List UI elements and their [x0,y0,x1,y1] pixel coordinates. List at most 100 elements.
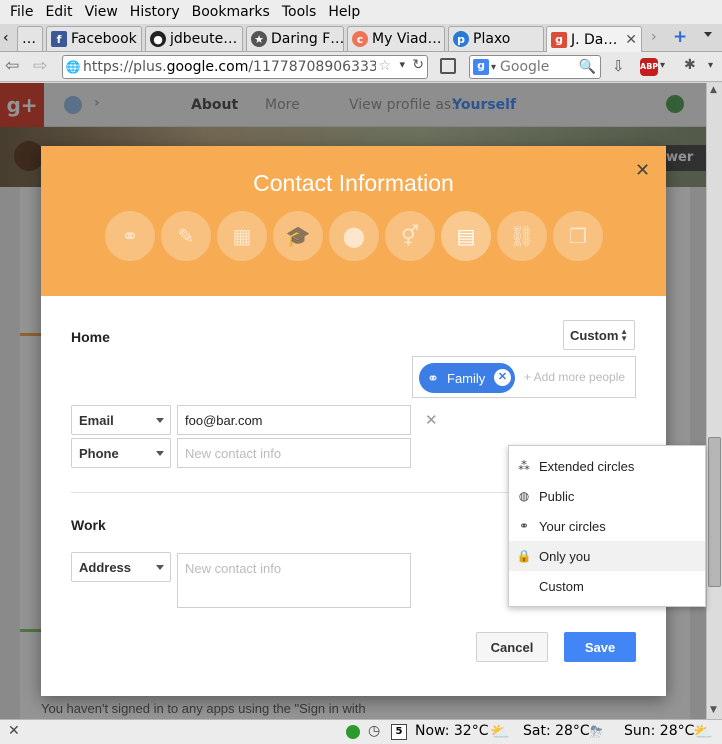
add-people-input[interactable]: + Add more people [524,370,625,384]
tab-label: … [22,31,36,47]
chip-label: Family [447,370,486,386]
extended-circles-icon: ⁂ [518,459,530,473]
tab-label: Facebook [71,31,137,47]
tab-viadeo[interactable]: c My Viad… [347,26,445,51]
remove-chip-icon[interactable]: ✕ [494,369,511,386]
tab-list-icon[interactable] [704,32,712,37]
partly-sunny-icon: ⛅ [693,722,713,741]
tab-facebook[interactable]: f Facebook [46,26,142,51]
address-type-select[interactable]: Address [71,552,171,582]
tab-google-plus[interactable]: g J. Da… ✕ [546,26,642,52]
pencil-icon[interactable]: ✎ [161,211,211,261]
status-green-icon[interactable] [346,725,360,739]
option-only-you[interactable]: 🔒 Only you [509,541,705,571]
menu-file[interactable]: File [4,4,39,20]
cancel-button[interactable]: Cancel [476,632,548,662]
graduation-cap-icon[interactable]: 🎓 [273,211,323,261]
email-type-select[interactable]: Email [71,405,171,435]
clock-icon[interactable]: ◷ [368,723,380,739]
bug-icon[interactable]: ✱ [684,57,696,73]
downloads-icon[interactable]: ⇩ [612,57,625,75]
adblock-icon[interactable]: ABP [640,58,658,76]
family-chip[interactable]: ⚭ Family ✕ [419,363,515,393]
calendar-icon[interactable]: 5 [391,724,407,740]
menu-bookmarks[interactable]: Bookmarks [186,4,276,20]
menu-history[interactable]: History [124,4,186,20]
share-with-box[interactable]: ⚭ Family ✕ + Add more people [412,356,636,398]
home-visibility-value: Custom [570,327,619,343]
tab-close-icon[interactable]: ✕ [619,32,637,48]
search-engine-dropdown-icon[interactable]: ▾ [491,62,496,73]
home-visibility-select[interactable]: Custom ▲ ▼ [563,320,635,350]
option-label: Only you [539,548,591,564]
contact-information-dialog: Contact Information ✕ ⚭ ✎ ▦ 🎓 ⬤ ⚥ ▤ ⛓ ❐ … [41,146,666,696]
circles-section-icon[interactable]: ⚭ [105,211,155,261]
option-label: Your circles [539,518,606,534]
chevron-down-icon [156,565,164,570]
building-icon[interactable]: ▦ [217,211,267,261]
scroll-down-icon[interactable]: ▼ [710,705,717,715]
navigation-bar: ⇦ ⇨ 🌐 https://plus. google.com/1177870890… [0,52,722,82]
tab-plaxo[interactable]: p Plaxo [448,26,544,51]
contact-card-icon[interactable]: ▤ [441,211,491,261]
map-pin-icon[interactable]: ⬤ [329,211,379,261]
url-history-icon[interactable]: ▾ [399,58,405,71]
option-your-circles[interactable]: ⚭ Your circles [509,511,705,541]
site-identity-icon[interactable]: 🌐 [63,60,83,74]
url-prefix: https://plus. [83,59,167,75]
search-placeholder: Google [500,59,550,75]
chevron-down-icon [156,451,164,456]
menu-tools[interactable]: Tools [276,4,323,20]
close-addon-bar-icon[interactable]: ✕ [8,723,20,739]
tab-daring-fireball[interactable]: ★ Daring F… [246,26,344,51]
search-engine-icon[interactable]: g [473,59,489,75]
gender-icon[interactable]: ⚥ [385,211,435,261]
reload-icon[interactable]: ↻ [412,57,424,73]
menu-edit[interactable]: Edit [39,4,78,20]
save-button[interactable]: Save [564,632,636,662]
search-icon[interactable]: 🔍 [579,59,596,75]
email-field[interactable]: foo@bar.com [177,405,411,435]
menu-help[interactable]: Help [322,4,366,20]
toolbar-menu-icon[interactable]: ▾ [708,60,713,71]
stack-icon[interactable]: ❐ [553,211,603,261]
vertical-scrollbar[interactable]: ▲ ▼ [706,83,722,719]
link-icon[interactable]: ⛓ [497,211,547,261]
url-bar[interactable]: 🌐 https://plus. google.com/11778708906333… [62,55,428,79]
globe-icon: ◍ [518,489,530,503]
menu-view[interactable]: View [79,4,124,20]
page-action-icon[interactable] [440,58,456,74]
remove-row-icon[interactable]: ✕ [425,411,438,429]
search-bar[interactable]: g ▾ Google 🔍 [469,55,601,79]
tab-scroll-right-icon[interactable]: › [651,29,657,45]
option-extended-circles[interactable]: ⁂ Extended circles [509,451,705,481]
forward-icon[interactable]: ⇨ [33,56,47,76]
phone-type-select[interactable]: Phone [71,438,171,468]
tab-scroll-left-icon[interactable]: ‹ [3,30,9,46]
scroll-up-icon[interactable]: ▲ [710,85,717,95]
new-tab-icon[interactable]: + [673,27,687,47]
partly-sunny-icon: ⛅ [490,722,510,741]
scrollbar-thumb[interactable] [708,437,721,587]
phone-field[interactable]: New contact info [177,438,411,468]
option-label: Custom [539,578,584,594]
option-custom[interactable]: Custom [509,571,705,601]
tab-github[interactable]: ● jdbeute… [145,26,243,51]
weather-saturday[interactable]: Sat: 28°C [523,723,590,739]
address-field[interactable]: New contact info [177,553,411,608]
close-icon[interactable]: ✕ [635,160,650,181]
weather-sunday[interactable]: Sun: 28°C [624,723,694,739]
weather-now[interactable]: Now: 32°C [415,723,488,739]
status-bar: ✕ ◷ 5 Now: 32°C ⛅ Sat: 28°C ⛈ Sun: 28°C … [0,719,722,744]
email-type-value: Email [79,412,114,428]
back-icon[interactable]: ⇦ [5,56,19,76]
option-public[interactable]: ◍ Public [509,481,705,511]
visibility-dropdown: ⁂ Extended circles ◍ Public ⚭ Your circles … [508,445,706,607]
adblock-dropdown-icon[interactable]: ▾ [660,60,665,71]
chevron-down-icon [156,418,164,423]
tab-partial[interactable]: … [17,26,43,51]
tab-label: J. Da… [571,31,618,48]
bookmark-star-icon[interactable]: ☆ [376,58,391,74]
lock-icon: 🔒 [516,549,532,563]
google-plus-icon: g [551,31,567,48]
